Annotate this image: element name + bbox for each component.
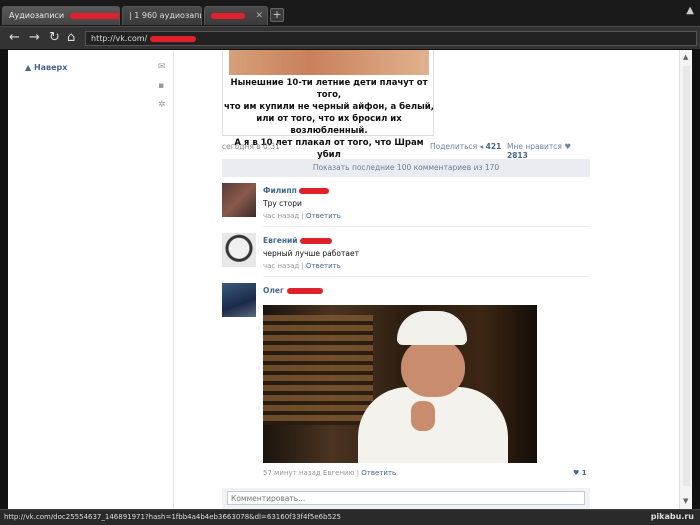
- tab-audio[interactable]: Аудиозаписи: [2, 6, 120, 25]
- heart-icon: ♥: [573, 469, 580, 477]
- nav-bar: ← → ↻ ⌂ http://vk.com/: [0, 26, 700, 50]
- scrollbar[interactable]: ▲ ▼: [679, 50, 692, 509]
- reload-icon[interactable]: ↻: [49, 31, 60, 45]
- redaction-mark: [286, 288, 323, 294]
- share-label: Поделиться: [430, 142, 478, 151]
- comment-like-count: 1: [581, 469, 587, 477]
- comment-meta: час назад | Ответить: [263, 262, 341, 270]
- comment-like-button[interactable]: ♥ 1: [573, 469, 587, 477]
- gif-figure-face: [401, 339, 465, 397]
- comment-author[interactable]: Олег: [263, 286, 323, 295]
- post-image[interactable]: Нынешние 10-ти летние дети плачут от тог…: [222, 50, 434, 172]
- comment-author[interactable]: Евгений: [263, 236, 333, 245]
- close-icon[interactable]: ✕: [255, 7, 263, 25]
- heart-icon: ♥: [564, 142, 572, 151]
- comment-time[interactable]: час назад: [263, 262, 299, 270]
- column-divider: [173, 50, 174, 509]
- gear-icon[interactable]: ✲: [158, 100, 166, 110]
- redaction-mark: [149, 35, 196, 42]
- avatar[interactable]: [222, 283, 256, 317]
- gif-figure-hand: [411, 401, 435, 431]
- comment-text: Тру стори: [263, 199, 302, 208]
- comment-text: черный лучше работает: [263, 249, 359, 258]
- tab-bar: Аудиозаписи | 1 960 аудиозапи... ✕ + ▲: [0, 0, 700, 26]
- post-time[interactable]: сегодня в 0:31: [222, 142, 280, 151]
- new-tab-button[interactable]: +: [270, 8, 284, 22]
- comment-time[interactable]: час назад: [263, 212, 299, 220]
- gif-figure-hat: [397, 311, 467, 345]
- status-bar: http://vk.com/doc25554637_146891971?hash…: [0, 509, 700, 525]
- author-name: Олег: [263, 286, 284, 295]
- back-arrow-icon[interactable]: ←: [9, 31, 20, 45]
- page-content: ▲ Наверх ✉ ▪ ✲ Нынешние 10-ти летние дет…: [8, 50, 692, 509]
- mail-icon[interactable]: ✉: [158, 62, 166, 72]
- avatar[interactable]: [222, 183, 256, 217]
- tab-redacted[interactable]: ✕: [204, 6, 268, 25]
- tab-audio-list[interactable]: | 1 960 аудиозапи...: [122, 6, 202, 25]
- like-button[interactable]: Мне нравится ♥ 2813: [507, 142, 588, 160]
- scroll-down-icon[interactable]: ▼: [683, 497, 688, 505]
- post-meta: сегодня в 0:31 Поделиться ◂ 421 Мне нрав…: [222, 142, 588, 160]
- redaction-mark: [300, 238, 333, 244]
- forward-arrow-icon[interactable]: →: [29, 31, 40, 45]
- back-to-top-link[interactable]: ▲ Наверх: [25, 63, 67, 72]
- reply-link[interactable]: Ответить: [306, 262, 341, 270]
- comment-separator: [263, 276, 590, 277]
- comment-input[interactable]: [227, 491, 585, 505]
- share-count: 421: [485, 142, 502, 151]
- url-bar[interactable]: http://vk.com/: [85, 31, 697, 46]
- chat-icon[interactable]: ▪: [158, 81, 164, 91]
- megaphone-icon: ◂: [479, 142, 484, 151]
- comment-separator: [263, 226, 590, 227]
- status-url: http://vk.com/doc25554637_146891971?hash…: [4, 513, 341, 521]
- left-sidebar: ▲ Наверх ✉ ▪ ✲: [8, 50, 173, 509]
- like-label: Мне нравится: [507, 142, 562, 151]
- comment-compose: [222, 488, 590, 509]
- comment-time[interactable]: 57 минут назад Евгению: [263, 469, 354, 477]
- redaction-mark: [69, 12, 119, 19]
- window-controls-icon[interactable]: ▲: [686, 5, 694, 16]
- scroll-thumb[interactable]: [683, 66, 690, 486]
- comment-author[interactable]: Филипп: [263, 186, 330, 195]
- url-text: http://vk.com/: [91, 34, 148, 43]
- redaction-mark: [211, 12, 245, 19]
- author-name: Филипп: [263, 186, 297, 195]
- reply-link[interactable]: Ответить: [361, 469, 396, 477]
- avatar[interactable]: [222, 233, 256, 267]
- scroll-up-icon[interactable]: ▲: [683, 53, 688, 61]
- comment-meta: 57 минут назад Евгению | Ответить: [263, 469, 397, 477]
- home-icon[interactable]: ⌂: [67, 31, 75, 45]
- watermark: pikabu.ru: [650, 512, 694, 521]
- reply-link[interactable]: Ответить: [306, 212, 341, 220]
- comment-meta: час назад | Ответить: [263, 212, 341, 220]
- show-more-comments-button[interactable]: Показать последние 100 комментариев из 1…: [222, 159, 590, 177]
- redaction-mark: [299, 188, 330, 194]
- tab-label: | 1 960 аудиозапи...: [129, 11, 201, 20]
- share-button[interactable]: Поделиться ◂ 421: [430, 142, 501, 151]
- author-name: Евгений: [263, 236, 298, 245]
- gif-attachment[interactable]: [263, 305, 537, 463]
- tab-label: Аудиозаписи: [9, 11, 65, 20]
- gif-background: [263, 315, 373, 425]
- post-illustration: [229, 50, 429, 75]
